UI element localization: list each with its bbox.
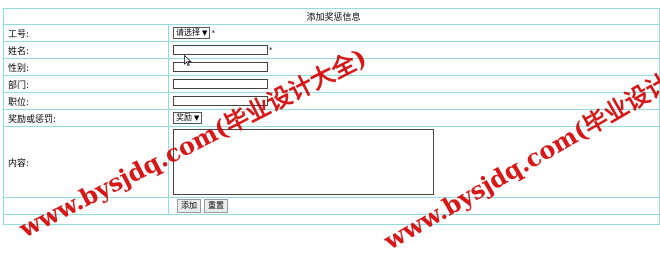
type-select-value: 奖励: [176, 113, 192, 122]
row-position: 职位:: [3, 92, 660, 110]
row-footer: [3, 214, 660, 225]
position-label: 职位:: [3, 92, 169, 110]
name-required-mark: *: [269, 46, 273, 55]
form-header-row: 添加奖惩信息: [3, 8, 660, 25]
gender-cell: [168, 58, 660, 76]
gonghao-select-value: 请选择: [176, 28, 200, 37]
department-input[interactable]: [173, 78, 268, 89]
type-label: 奖励或惩罚:: [3, 109, 169, 127]
gonghao-select[interactable]: 请选择 ▼: [173, 27, 211, 39]
department-cell: [168, 75, 660, 93]
gonghao-required-mark: *: [211, 29, 215, 37]
mouse-pointer-icon: [184, 55, 192, 66]
form-title: 添加奖惩信息: [3, 8, 660, 25]
footer-cell: [3, 214, 660, 225]
name-label: 姓名:: [3, 41, 169, 59]
name-input[interactable]: [173, 44, 268, 55]
gonghao-label: 工号:: [3, 24, 169, 42]
gonghao-cell: 请选择 ▼ *: [168, 24, 660, 42]
dropdown-arrow-icon: ▼: [202, 29, 208, 37]
row-gonghao: 工号: 请选择 ▼ *: [3, 24, 660, 42]
department-label: 部门:: [3, 75, 169, 93]
gender-label: 性别:: [3, 58, 169, 76]
add-button[interactable]: 添加: [177, 199, 201, 213]
name-cell: *: [168, 41, 660, 59]
reset-button[interactable]: 重置: [204, 199, 228, 213]
